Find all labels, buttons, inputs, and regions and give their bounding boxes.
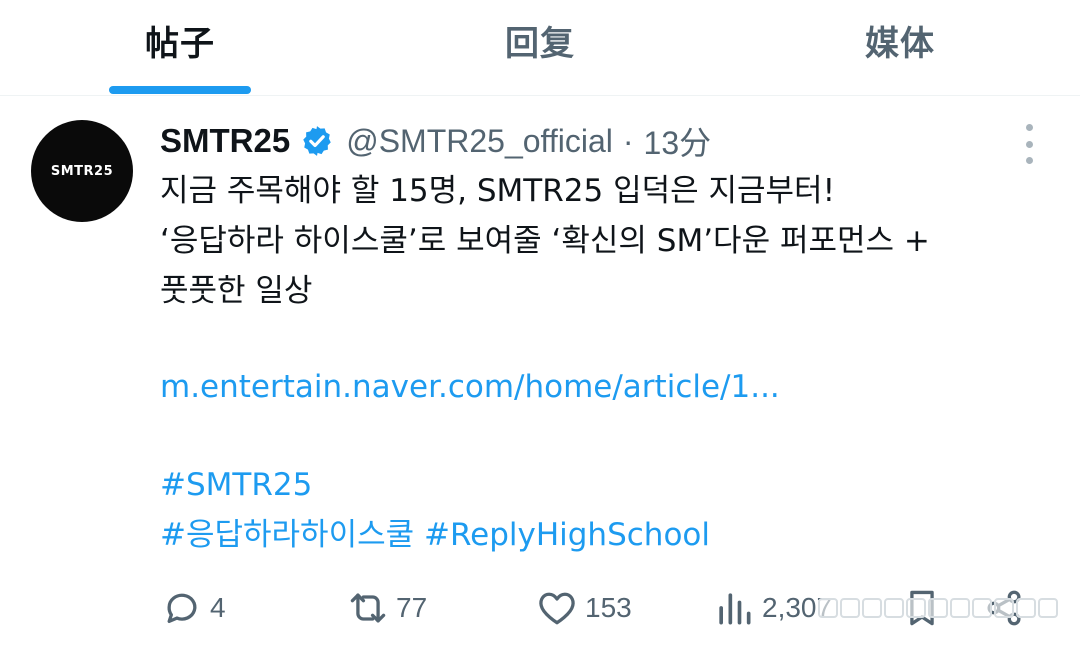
article-link[interactable]: m.entertain.naver.com/home/article/1...	[160, 362, 780, 412]
views-icon	[719, 593, 751, 625]
tab-replies[interactable]: 回复	[360, 0, 720, 95]
avatar-text: SMTR25	[50, 163, 114, 179]
reply-button[interactable]: 4	[160, 580, 226, 636]
hashtag-reply-high-school-korean[interactable]: #응답하라하이스쿨	[160, 517, 414, 553]
profile-tabs: 帖子 回复 媒体	[0, 0, 1080, 96]
post-text-line: 풋풋한 일상	[160, 273, 313, 309]
post-header: SMTR25 @SMTR25_official · 13分	[160, 116, 711, 166]
hashtag-smtr25[interactable]: #SMTR25	[160, 467, 312, 503]
heart-icon	[539, 592, 575, 625]
reply-icon	[167, 593, 197, 624]
post-text-line: 지금 주목해야 할 15명, SMTR25 입덕은 지금부터!	[160, 173, 835, 209]
like-button[interactable]: 153	[535, 580, 632, 636]
active-tab-indicator	[109, 86, 251, 94]
hashtags: #SMTR25 #응답하라하이스쿨 #ReplyHighSchool	[160, 460, 710, 560]
tab-media-label: 媒体	[865, 24, 935, 64]
verified-badge-icon	[303, 126, 331, 156]
separator-dot: ·	[622, 122, 634, 159]
tab-posts[interactable]: 帖子	[0, 0, 360, 95]
tab-replies-label: 回复	[505, 24, 575, 64]
repost-icon	[350, 593, 386, 623]
tab-media[interactable]: 媒体	[720, 0, 1080, 95]
author-name[interactable]: SMTR25	[160, 122, 290, 160]
like-count: 153	[585, 592, 632, 623]
author-handle[interactable]: @SMTR25_official	[346, 123, 613, 160]
repost-count: 77	[396, 592, 428, 623]
avatar[interactable]: SMTR25	[31, 120, 133, 222]
post-text: 지금 주목해야 할 15명, SMTR25 입덕은 지금부터! ‘응답하라 하이…	[160, 166, 1050, 316]
post-timestamp[interactable]: 13分	[644, 118, 712, 164]
hashtag-reply-high-school[interactable]: #ReplyHighSchool	[424, 517, 710, 553]
more-options-icon[interactable]	[1017, 124, 1041, 164]
repost-button[interactable]: 77	[346, 580, 427, 636]
views-button[interactable]: 2,307	[712, 580, 832, 636]
tab-posts-label: 帖子	[145, 24, 215, 64]
watermark-overlay	[818, 593, 1068, 623]
post-text-line: ‘응답하라 하이스쿨’로 보여줄 ‘확신의 SM’다운 퍼포먼스 +	[160, 223, 930, 259]
reply-count: 4	[210, 592, 226, 623]
